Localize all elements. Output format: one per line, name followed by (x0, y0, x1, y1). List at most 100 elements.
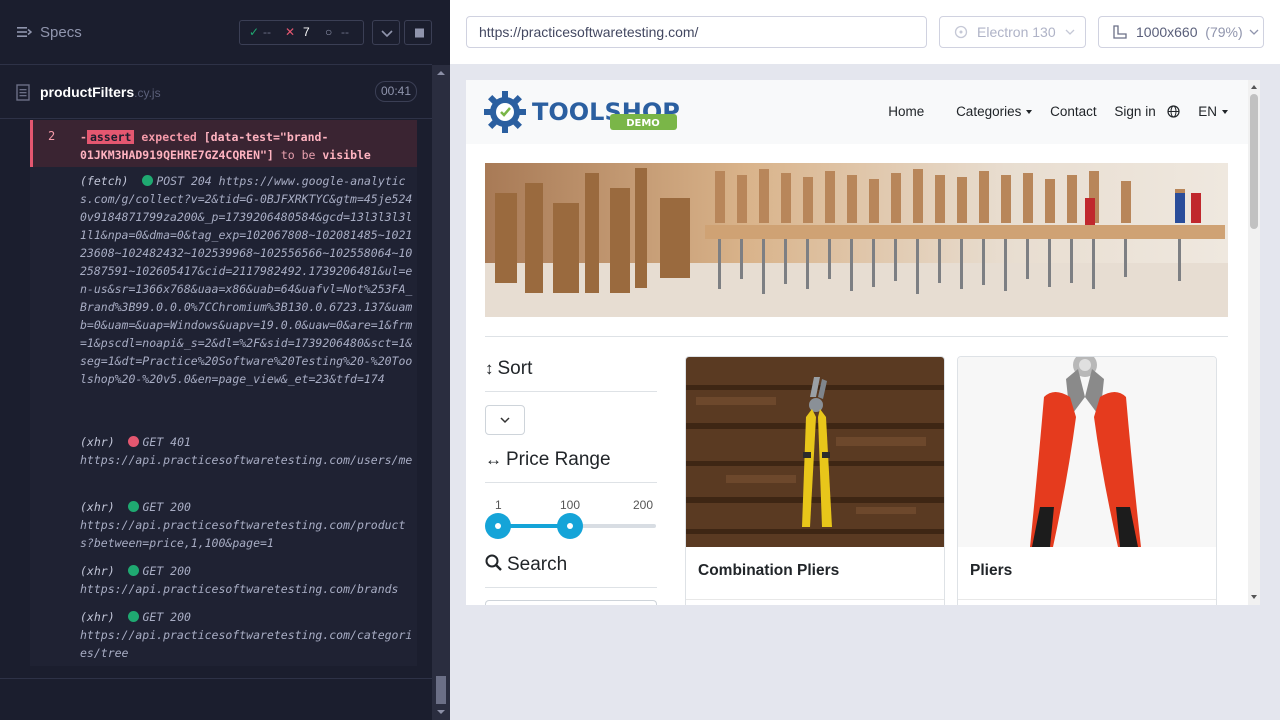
stop-button[interactable] (404, 20, 432, 45)
scrollbar-thumb[interactable] (436, 676, 446, 704)
scroll-down-icon[interactable] (1248, 592, 1260, 602)
product-card[interactable]: Pliers (957, 356, 1217, 605)
command-log-scrollbar[interactable] (432, 65, 450, 720)
log-url: https://api.practicesoftwaretesting.com/… (80, 518, 406, 550)
failed-count: 7 (303, 25, 310, 39)
assertion-message: - assert expected [data-test="brand-01JKM… (80, 128, 410, 164)
price-range-heading: ↔ Price Range (485, 449, 611, 471)
log-entry-xhr[interactable]: (xhr) GET 401 https://api.practicesoftwar… (80, 433, 415, 469)
search-input[interactable] (485, 600, 657, 605)
browser-selector[interactable]: Electron 130 (939, 16, 1086, 48)
scroll-up-icon[interactable] (1248, 82, 1260, 92)
chevron-down-icon (500, 417, 510, 424)
log-method-status: POST 204 (156, 174, 212, 188)
spec-file-basename: productFilters (40, 84, 135, 100)
assertion-index: 2 (48, 129, 56, 143)
scroll-down-icon[interactable] (432, 706, 450, 718)
log-method-status: GET 200 (142, 500, 191, 514)
scrollbar-thumb[interactable] (1250, 94, 1258, 229)
gear-icon (484, 91, 526, 133)
product-card[interactable]: Combination Pliers (685, 356, 945, 605)
divider (686, 599, 944, 600)
globe-icon (1167, 105, 1181, 118)
log-kind: (xhr) (80, 564, 115, 578)
spec-duration: 00:41 (375, 81, 417, 102)
divider (0, 678, 432, 679)
price-range-title: Price Range (506, 449, 611, 470)
assertion-text-before: expected (141, 130, 197, 144)
nav-categories-label: Categories (956, 104, 1022, 119)
spec-file-name: productFilters.cy.js (40, 84, 161, 102)
divider (485, 391, 657, 392)
specs-label[interactable]: Specs (40, 24, 82, 42)
assertion-text-after: to be (280, 148, 316, 162)
horizontal-arrows-icon: ↔ (485, 450, 502, 469)
log-url: https://api.practicesoftwaretesting.com/… (80, 453, 413, 467)
price-min-label: 1 (495, 498, 502, 512)
price-slider-min-handle[interactable] (485, 513, 511, 539)
hero-banner-image (485, 163, 1228, 317)
log-entry-xhr[interactable]: (xhr) GET 200 https://api.practicesoftwar… (80, 562, 415, 598)
assertion-prefix: - (80, 130, 87, 144)
nav-language[interactable]: EN (1167, 104, 1228, 119)
failed-assertion[interactable]: 2 - assert expected [data-test="brand-01J… (30, 120, 417, 167)
dropdown-toggle-button[interactable] (372, 20, 400, 45)
scroll-up-icon[interactable] (432, 67, 450, 79)
sort-arrows-icon: ↕ (485, 359, 494, 378)
status-dot-icon (128, 436, 140, 447)
price-max-label: 200 (633, 498, 654, 512)
product-image (958, 357, 1216, 547)
product-name[interactable]: Combination Pliers (698, 562, 839, 580)
check-icon: ✓ (249, 25, 260, 39)
runner-header: Specs ✓ -- ✕ 7 ○ -- (0, 0, 432, 65)
viewport-zoom: (79%) (1205, 24, 1243, 40)
pending-spinner-icon: ○ (325, 25, 333, 39)
log-method-status: GET 401 (142, 435, 191, 449)
product-name[interactable]: Pliers (970, 562, 1012, 580)
status-dot-icon (142, 175, 154, 186)
search-icon (485, 554, 502, 571)
search-title: Search (507, 554, 568, 575)
price-slider-max-handle[interactable] (557, 513, 583, 539)
specs-list-icon[interactable] (16, 24, 32, 40)
command-log: 2 - assert expected [data-test="brand-01J… (30, 120, 417, 666)
app-scrollbar[interactable] (1248, 80, 1260, 605)
sort-select[interactable] (485, 405, 525, 435)
toolshop-logo[interactable]: TOOLSHOP DEMO (484, 91, 684, 138)
nav-home[interactable]: Home (888, 104, 924, 119)
sort-title: Sort (497, 358, 533, 379)
passed-count: -- (263, 25, 271, 39)
spec-file-ext: .cy.js (134, 86, 161, 100)
search-heading: Search (485, 554, 567, 576)
chevron-down-icon (1065, 29, 1075, 35)
assertion-state: visible (322, 148, 371, 162)
nav-categories[interactable]: Categories (942, 104, 1033, 119)
chevron-down-icon (381, 30, 393, 38)
caret-down-icon (1222, 110, 1228, 114)
assert-badge: assert (86, 130, 135, 144)
url-bar[interactable]: https://practicesoftwaretesting.com/ (466, 16, 927, 48)
main-nav: Home Categories Contact Sign in EN (874, 104, 1228, 119)
browser-name: Electron 130 (977, 24, 1056, 40)
divider (485, 482, 657, 483)
viewport-selector[interactable]: 1000x660 (79%) (1098, 16, 1264, 48)
divider (485, 587, 657, 588)
log-entry-xhr[interactable]: (xhr) GET 200 https://api.practicesoftwar… (80, 608, 415, 662)
spec-file-row[interactable]: productFilters.cy.js 00:41 (0, 66, 432, 119)
app-under-test: TOOLSHOP DEMO Home Categories Contact Si… (466, 80, 1260, 605)
navbar: TOOLSHOP DEMO Home Categories Contact Si… (466, 80, 1248, 144)
cypress-runner-panel: Specs ✓ -- ✕ 7 ○ -- productFilters.cy.js… (0, 0, 450, 720)
log-kind: (xhr) (80, 435, 115, 449)
nav-sign-in[interactable]: Sign in (1114, 104, 1155, 119)
status-dot-icon (128, 611, 140, 622)
log-kind: (fetch) (80, 174, 129, 188)
status-dot-icon (128, 501, 140, 512)
test-stats: ✓ -- ✕ 7 ○ -- (239, 20, 364, 45)
price-current-label: 100 (560, 498, 581, 512)
document-icon (16, 84, 30, 101)
log-entry-xhr[interactable]: (xhr) GET 200 https://api.practicesoftwar… (80, 498, 415, 552)
aut-header: https://practicesoftwaretesting.com/ Ele… (450, 0, 1280, 64)
nav-contact[interactable]: Contact (1050, 104, 1097, 119)
log-entry-fetch[interactable]: (fetch) POST 204 https://www.google-anal… (80, 172, 415, 388)
log-url: https://www.google-analytics.com/g/colle… (80, 174, 413, 386)
